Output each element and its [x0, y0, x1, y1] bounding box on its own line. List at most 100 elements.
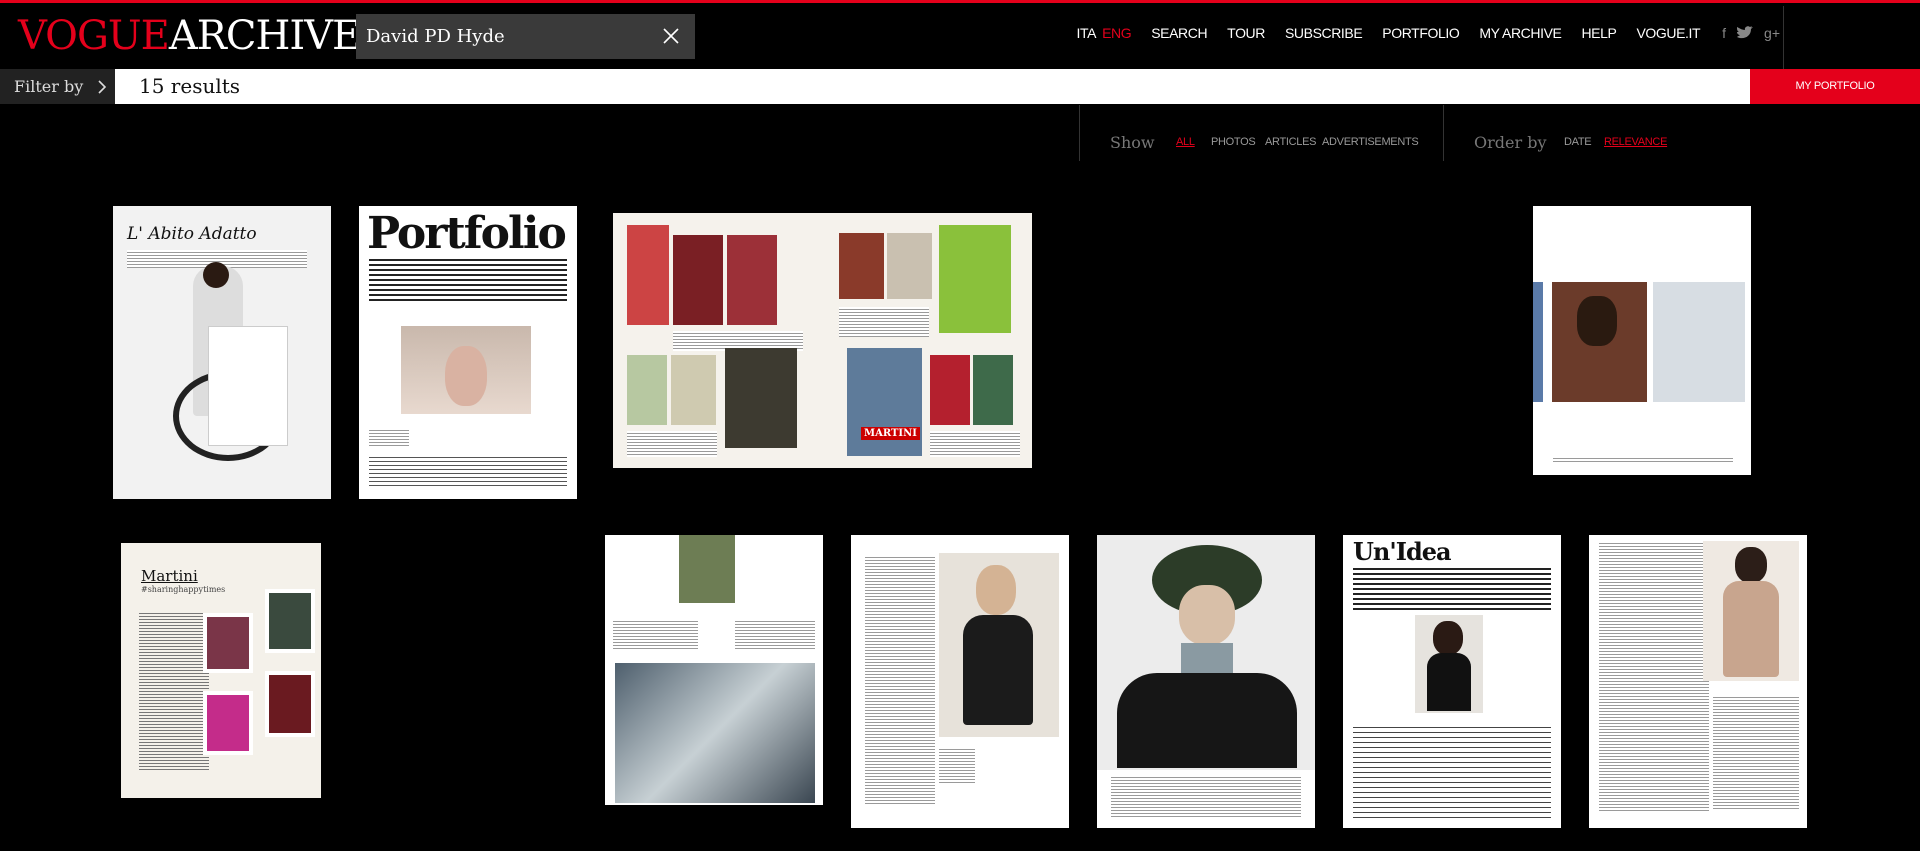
- photo: [939, 225, 1011, 333]
- nav-my-archive[interactable]: MY ARCHIVE: [1479, 25, 1562, 41]
- nav-help[interactable]: HELP: [1581, 25, 1616, 41]
- vogue-archive-logo[interactable]: VOGUE ARCHIVE: [18, 13, 361, 59]
- photo: [203, 613, 253, 673]
- text-block: [627, 431, 717, 457]
- thumbnail-title: L' Abito Adatto: [127, 224, 257, 244]
- facebook-icon[interactable]: f: [1722, 25, 1726, 41]
- photo: [725, 348, 797, 448]
- photo: [1577, 296, 1617, 346]
- photo: [887, 233, 932, 299]
- photo: [1653, 282, 1745, 402]
- nav-subscribe[interactable]: SUBSCRIBE: [1285, 25, 1363, 41]
- result-thumbnail[interactable]: Un'Idea Luminosa: [1343, 535, 1561, 828]
- photo: [671, 355, 716, 425]
- filter-bar: Filter by 15 results MY PORTFOLIO: [0, 69, 1920, 104]
- text-block: [1111, 775, 1301, 817]
- photo: [615, 663, 815, 803]
- result-thumbnail[interactable]: [851, 535, 1069, 828]
- text-block: [1353, 565, 1551, 613]
- result-thumbnail[interactable]: [1589, 535, 1807, 828]
- photo: [627, 225, 669, 325]
- martini-label: MARTINI: [861, 427, 920, 440]
- thumbnail-title: Martini: [141, 567, 198, 585]
- search-box: [356, 14, 695, 59]
- photo: [1179, 585, 1235, 645]
- google-plus-icon[interactable]: g+: [1764, 25, 1780, 41]
- text-block: [1599, 541, 1709, 811]
- order-date[interactable]: DATE: [1564, 136, 1592, 148]
- photo: [973, 355, 1013, 425]
- toolbar-divider: [1079, 105, 1080, 161]
- lang-ita[interactable]: ITA: [1077, 25, 1097, 41]
- text-block: [369, 256, 567, 302]
- photo: [265, 671, 315, 737]
- result-thumbnail[interactable]: Martini #sharinghappytimes: [121, 541, 323, 803]
- photo: [203, 262, 229, 288]
- text-block: [139, 611, 209, 771]
- header: VOGUE ARCHIVE ITA ENG SEARCH TOUR SUBSCR…: [0, 3, 1920, 69]
- photo: [208, 326, 288, 446]
- photo: [673, 235, 723, 325]
- text-block: [613, 619, 698, 649]
- result-thumbnail[interactable]: [1533, 206, 1751, 475]
- toolbar-divider: [1443, 105, 1444, 161]
- photo: [265, 589, 315, 653]
- text-block: [1553, 456, 1733, 462]
- text-block: [839, 307, 929, 337]
- twitter-icon[interactable]: [1736, 26, 1754, 40]
- nav-search[interactable]: SEARCH: [1151, 25, 1207, 41]
- social-links: f g+: [1722, 25, 1780, 41]
- main-nav: ITA ENG SEARCH TOUR SUBSCRIBE PORTFOLIO …: [1077, 25, 1780, 41]
- photo: [976, 565, 1016, 615]
- result-thumbnail[interactable]: L' Abito Adatto: [113, 206, 331, 499]
- result-thumbnail[interactable]: [1097, 535, 1315, 828]
- text-block: [930, 431, 1020, 457]
- show-photos[interactable]: PHOTOS: [1211, 136, 1256, 148]
- photo: [1117, 673, 1297, 768]
- text-block: [939, 747, 975, 783]
- logo-vogue: VOGUE: [18, 13, 170, 59]
- order-label: Order by: [1474, 133, 1547, 152]
- close-icon[interactable]: [661, 26, 681, 46]
- text-block: [369, 428, 409, 448]
- show-label: Show: [1110, 133, 1155, 152]
- photo: [963, 615, 1033, 725]
- photo: [1735, 547, 1767, 583]
- photo: [930, 355, 970, 425]
- photo: [445, 346, 487, 406]
- photo: [839, 233, 884, 299]
- lang-eng[interactable]: ENG: [1102, 25, 1132, 41]
- text-block: [369, 454, 567, 488]
- thumbnail-title: Portfolio: [367, 208, 567, 259]
- search-input[interactable]: [356, 14, 646, 59]
- nav-portfolio[interactable]: PORTFOLIO: [1382, 25, 1459, 41]
- my-portfolio-button[interactable]: MY PORTFOLIO: [1750, 69, 1920, 104]
- result-thumbnail[interactable]: [605, 535, 823, 805]
- header-divider: [1783, 6, 1784, 69]
- nav-tour[interactable]: TOUR: [1227, 25, 1265, 41]
- thumbnail-subtitle: #sharinghappytimes: [141, 585, 226, 594]
- photo: [679, 535, 735, 603]
- text-block: [1713, 695, 1799, 811]
- result-thumbnail[interactable]: Portfolio: [359, 206, 577, 499]
- filter-by-label: Filter by: [14, 77, 84, 96]
- photo: [1427, 653, 1471, 711]
- photo: [727, 235, 777, 325]
- show-all[interactable]: ALL: [1176, 136, 1195, 148]
- text-block: [1353, 723, 1551, 819]
- filter-by-button[interactable]: Filter by: [0, 69, 115, 104]
- photo: [203, 691, 253, 755]
- show-advertisements[interactable]: ADVERTISEMENTS: [1322, 136, 1419, 148]
- logo-archive: ARCHIVE: [168, 13, 361, 59]
- order-relevance[interactable]: RELEVANCE: [1604, 136, 1667, 148]
- photo: [1533, 282, 1543, 402]
- show-articles[interactable]: ARTICLES: [1265, 136, 1317, 148]
- text-block: [735, 619, 815, 649]
- result-thumbnail[interactable]: MARTINI: [613, 213, 1032, 468]
- nav-vogue-it[interactable]: VOGUE.IT: [1636, 25, 1700, 41]
- chevron-right-icon: [98, 79, 107, 94]
- photo: [1723, 581, 1779, 677]
- photo: [627, 355, 667, 425]
- photo: [1433, 621, 1463, 655]
- results-count: 15 results: [115, 69, 1750, 104]
